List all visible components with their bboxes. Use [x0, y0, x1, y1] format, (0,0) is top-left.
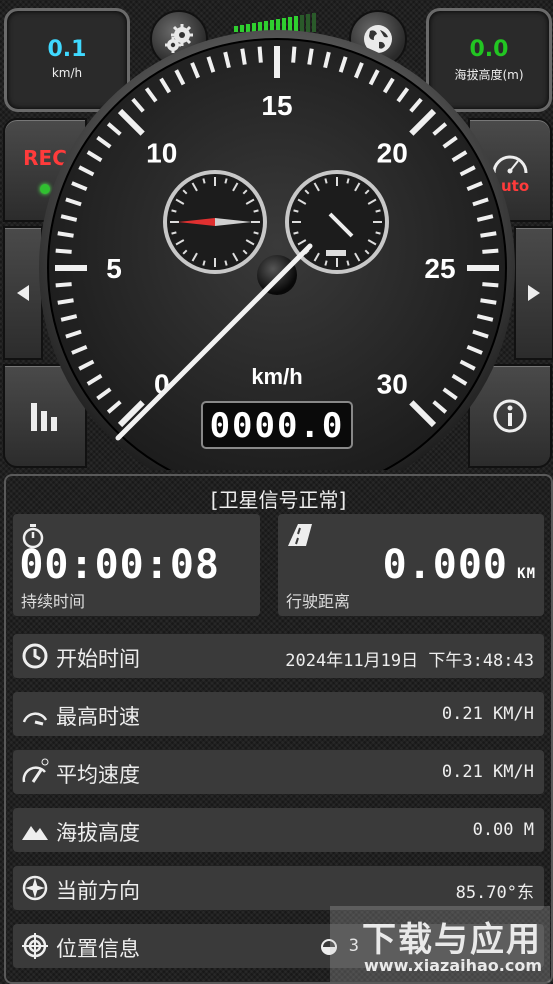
subgauge-tick — [224, 260, 228, 266]
info-row-value: 85.70°东 — [455, 883, 534, 903]
compass-icon — [22, 875, 48, 901]
gauge-tick — [240, 48, 247, 65]
gauge-tick-label: 25 — [424, 253, 455, 284]
avg-speed-icon — [22, 758, 49, 783]
info-row-value: 0.21 KM/H — [441, 762, 534, 782]
gauge-tick — [482, 248, 499, 254]
subgauge-tick — [171, 231, 177, 235]
subgauge-tick — [224, 178, 228, 184]
subgauge-tick — [202, 178, 206, 184]
location-target-icon — [22, 933, 48, 959]
info-row: 平均速度 0.21 KM/H — [13, 750, 544, 794]
satellite-status: [卫星信号正常] — [210, 488, 347, 512]
subgauge-tick — [375, 209, 381, 213]
compass-subgauge — [163, 170, 267, 274]
duration-box: 00:00:08 持续时间 — [13, 514, 260, 616]
subgauge-tick — [324, 260, 328, 266]
clock-icon — [22, 643, 48, 669]
gauge-tick — [57, 231, 74, 238]
duration-value: 00:00:08 — [19, 542, 220, 588]
mountain-icon — [22, 826, 48, 840]
subgauge-tick — [202, 260, 206, 266]
gauge-tick — [55, 282, 72, 288]
info-row: 当前方向 85.70°东 — [13, 866, 544, 910]
road-icon — [288, 524, 312, 546]
gauge-tick-label: 30 — [377, 368, 408, 399]
watermark-title: 下载与应用 — [362, 920, 542, 960]
distance-label: 行驶距离 — [286, 592, 351, 611]
gauge-tick-label: 5 — [106, 253, 122, 284]
gauge-tick-label: 15 — [261, 90, 292, 121]
info-row: 开始时间 2024年11月19日 下午3:48:43 — [13, 634, 544, 678]
site-watermark: 下载与应用 www.xiazaihao.com — [330, 906, 550, 982]
subgauge-tick — [346, 260, 350, 266]
subgauge-tick — [293, 209, 299, 213]
info-row-label: 当前方向 — [56, 879, 140, 903]
subgauge-tick — [253, 209, 259, 213]
gauge-tick — [307, 48, 314, 65]
subgauge-tick — [253, 231, 259, 235]
info-row-label: 位置信息 — [56, 937, 140, 961]
gauge-tick-label: 10 — [146, 138, 177, 169]
distance-unit: KM — [517, 566, 536, 582]
gauge-tick — [257, 46, 263, 63]
distance-value: 0.000 — [382, 542, 508, 588]
subgauge-tick — [324, 178, 328, 184]
subgauge-tick — [293, 231, 299, 235]
subgauge-tick — [171, 209, 177, 213]
gauge-tick — [480, 231, 497, 238]
speedometer-screen: { "top": { "speed_value": "0.1", "speed_… — [0, 0, 553, 984]
info-row-label: 海拔高度 — [56, 821, 140, 845]
info-row-label: 最高时速 — [56, 705, 140, 729]
gauge-tick — [55, 248, 72, 254]
info-row-value: 2024年11月19日 下午3:48:43 — [285, 651, 534, 671]
info-row-value: 0.21 KM/H — [441, 704, 534, 724]
odometer-value: 0000.0 — [210, 406, 345, 446]
speedometer-gauge: 051015202530 km/h 0000.0 — [39, 30, 515, 470]
info-row: 海拔高度 0.00 M — [13, 808, 544, 852]
fuel-icon — [326, 250, 346, 256]
subgauge-tick — [346, 178, 350, 184]
watermark-url: www.xiazaihao.com — [364, 956, 542, 975]
needle-hub — [257, 255, 297, 295]
info-row-label: 开始时间 — [56, 647, 140, 671]
info-row: 最高时速 0.21 KM/H — [13, 692, 544, 736]
max-speed-icon — [22, 712, 48, 726]
gauge-tick — [480, 298, 497, 305]
info-row-value: 0.00 M — [472, 820, 534, 840]
info-row-label: 平均速度 — [56, 763, 140, 787]
gauge-tick — [57, 298, 74, 305]
gauge-tick — [291, 46, 297, 63]
distance-box: 0.000 KM 行驶距离 — [278, 514, 544, 616]
duration-label: 持续时间 — [21, 592, 86, 611]
gauge-unit-label: km/h — [251, 364, 302, 389]
gauge-tick — [482, 282, 499, 288]
gauge-tick-label: 20 — [377, 138, 408, 169]
subgauge-tick — [375, 231, 381, 235]
